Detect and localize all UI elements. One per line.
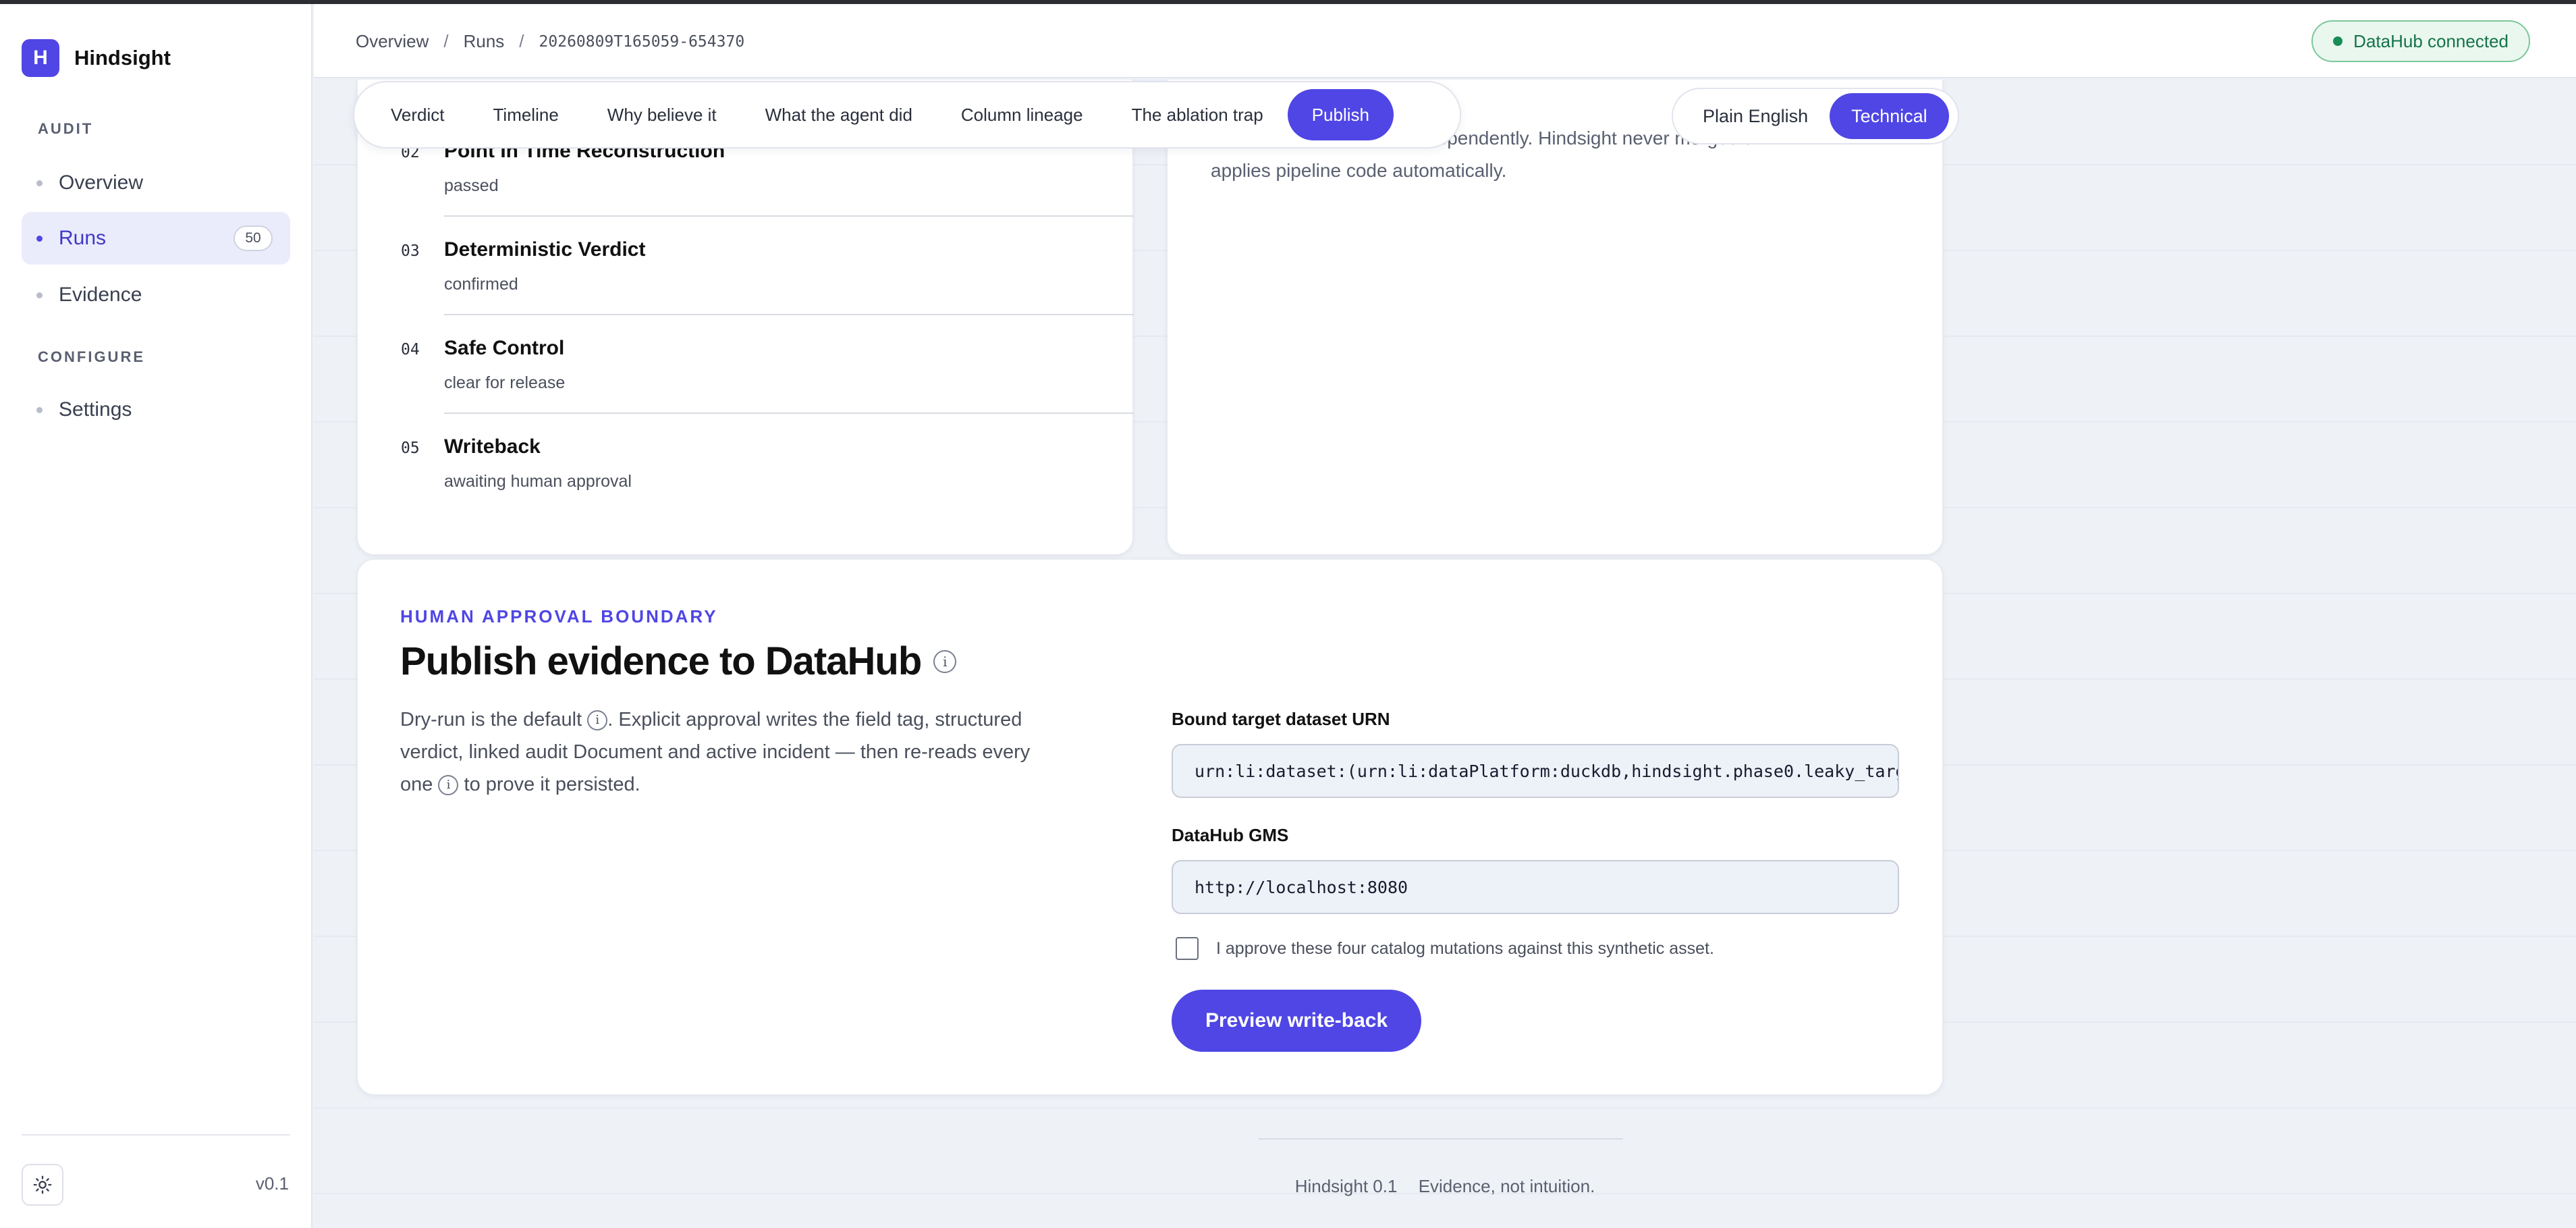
step-title: Writeback	[444, 435, 541, 458]
top-header: Overview / Runs / 20260809T165059-654370…	[314, 4, 2576, 78]
sidebar-item-label: Settings	[59, 398, 132, 421]
app-version: v0.1	[255, 1173, 289, 1194]
status-dot-icon	[2333, 36, 2343, 46]
publish-description: Dry-run is the default i. Explicit appro…	[400, 703, 1048, 801]
breadcrumb: Overview / Runs / 20260809T165059-654370	[356, 31, 744, 52]
connection-status-label: DataHub connected	[2353, 30, 2509, 51]
step-number: 04	[401, 341, 420, 358]
info-icon[interactable]: i	[587, 710, 608, 731]
tab-publish[interactable]: Publish	[1287, 89, 1394, 140]
breadcrumb-separator: /	[443, 31, 449, 51]
sidebar-item-label: Evidence	[59, 284, 142, 306]
sun-icon	[33, 1175, 52, 1194]
step-item: 04 Safe Control clear for release	[401, 337, 1134, 393]
sidebar-divider	[22, 1134, 290, 1136]
breadcrumb-separator: /	[519, 31, 524, 51]
info-icon[interactable]: i	[438, 775, 459, 796]
verification-note-card: The proposal is verified independently. …	[1167, 80, 1943, 555]
step-number: 03	[401, 242, 420, 260]
info-icon[interactable]: i	[933, 649, 957, 673]
page-footer: Hindsight 0.1 Evidence, not intuition.	[314, 1176, 2576, 1197]
step-item: 03 Deterministic Verdict confirmed	[401, 238, 1134, 294]
step-status: confirmed	[444, 275, 518, 294]
sidebar-item-settings[interactable]: Settings	[22, 383, 290, 436]
gms-field-label: DataHub GMS	[1172, 825, 1289, 845]
mode-technical[interactable]: Technical	[1830, 93, 1949, 139]
sidebar-item-evidence[interactable]: Evidence	[22, 269, 290, 321]
theme-toggle-button[interactable]	[22, 1164, 63, 1206]
sidebar-item-label: Overview	[59, 171, 144, 194]
connection-status-badge: DataHub connected	[2311, 20, 2530, 62]
footer-tagline: Evidence, not intuition.	[1418, 1176, 1595, 1196]
step-item: 05 Writeback awaiting human approval	[401, 435, 1134, 491]
step-divider	[444, 412, 1134, 414]
step-title: Safe Control	[444, 337, 565, 359]
footer-divider	[1259, 1138, 1623, 1140]
tab-timeline[interactable]: Timeline	[469, 89, 583, 140]
nav-section-audit: AUDIT	[38, 120, 94, 137]
step-divider	[444, 215, 1134, 217]
sidebar: H Hindsight AUDIT Overview Runs 50 Evide…	[0, 4, 312, 1228]
breadcrumb-runs[interactable]: Runs	[464, 31, 505, 52]
breadcrumb-run-id: 20260809T165059-654370	[539, 32, 745, 51]
step-status: passed	[444, 176, 499, 195]
tab-ablation-trap[interactable]: The ablation trap	[1107, 89, 1288, 140]
tab-verdict[interactable]: Verdict	[366, 89, 469, 140]
explanation-mode-toggle: Plain English Technical	[1672, 88, 1959, 144]
brand[interactable]: H Hindsight	[22, 39, 171, 77]
app-logo: H	[22, 39, 59, 77]
nav-section-configure: CONFIGURE	[38, 348, 145, 365]
step-divider	[444, 314, 1134, 315]
urn-field-label: Bound target dataset URN	[1172, 709, 1390, 729]
bullet-icon	[36, 406, 43, 413]
section-eyebrow: HUMAN APPROVAL BOUNDARY	[400, 606, 718, 626]
tab-what-the-agent-did[interactable]: What the agent did	[741, 89, 937, 140]
approval-label[interactable]: I approve these four catalog mutations a…	[1216, 939, 1714, 959]
preview-write-back-button[interactable]: Preview write-back	[1172, 990, 1422, 1052]
step-status: awaiting human approval	[444, 472, 632, 491]
section-tabs: Verdict Timeline Why believe it What the…	[353, 81, 1461, 149]
step-number: 05	[401, 439, 420, 457]
page-title: Publish evidence to DataHub i	[400, 639, 957, 684]
pipeline-steps-card: violation 02 Point In Time Reconstructio…	[357, 80, 1134, 555]
footer-product: Hindsight 0.1	[1294, 1176, 1398, 1196]
tab-why-believe-it[interactable]: Why believe it	[583, 89, 741, 140]
step-title: Deterministic Verdict	[444, 238, 646, 261]
breadcrumb-overview[interactable]: Overview	[356, 31, 429, 52]
description-part-3: to prove it persisted.	[464, 774, 640, 795]
description-part-1: Dry-run is the default	[400, 709, 582, 730]
tab-column-lineage[interactable]: Column lineage	[937, 89, 1107, 140]
mode-plain-english[interactable]: Plain English	[1681, 93, 1830, 139]
app-name: Hindsight	[74, 46, 171, 70]
bullet-icon	[36, 292, 43, 298]
sidebar-item-label: Runs	[59, 227, 107, 249]
datahub-gms-field[interactable]: http://localhost:8080	[1172, 860, 1899, 914]
main-content: violation 02 Point In Time Reconstructio…	[314, 80, 2576, 1228]
dataset-urn-field[interactable]: urn:li:dataset:(urn:li:dataPlatform:duck…	[1172, 744, 1899, 798]
sidebar-item-runs[interactable]: Runs 50	[22, 212, 290, 265]
publish-title-text: Publish evidence to DataHub	[400, 639, 922, 683]
approval-row: I approve these four catalog mutations a…	[1176, 937, 1714, 960]
runs-count-badge: 50	[234, 225, 273, 251]
bullet-icon	[36, 180, 43, 186]
bullet-icon	[36, 235, 43, 242]
sidebar-item-overview[interactable]: Overview	[22, 157, 290, 209]
approval-checkbox[interactable]	[1176, 937, 1199, 960]
step-status: clear for release	[444, 373, 566, 392]
